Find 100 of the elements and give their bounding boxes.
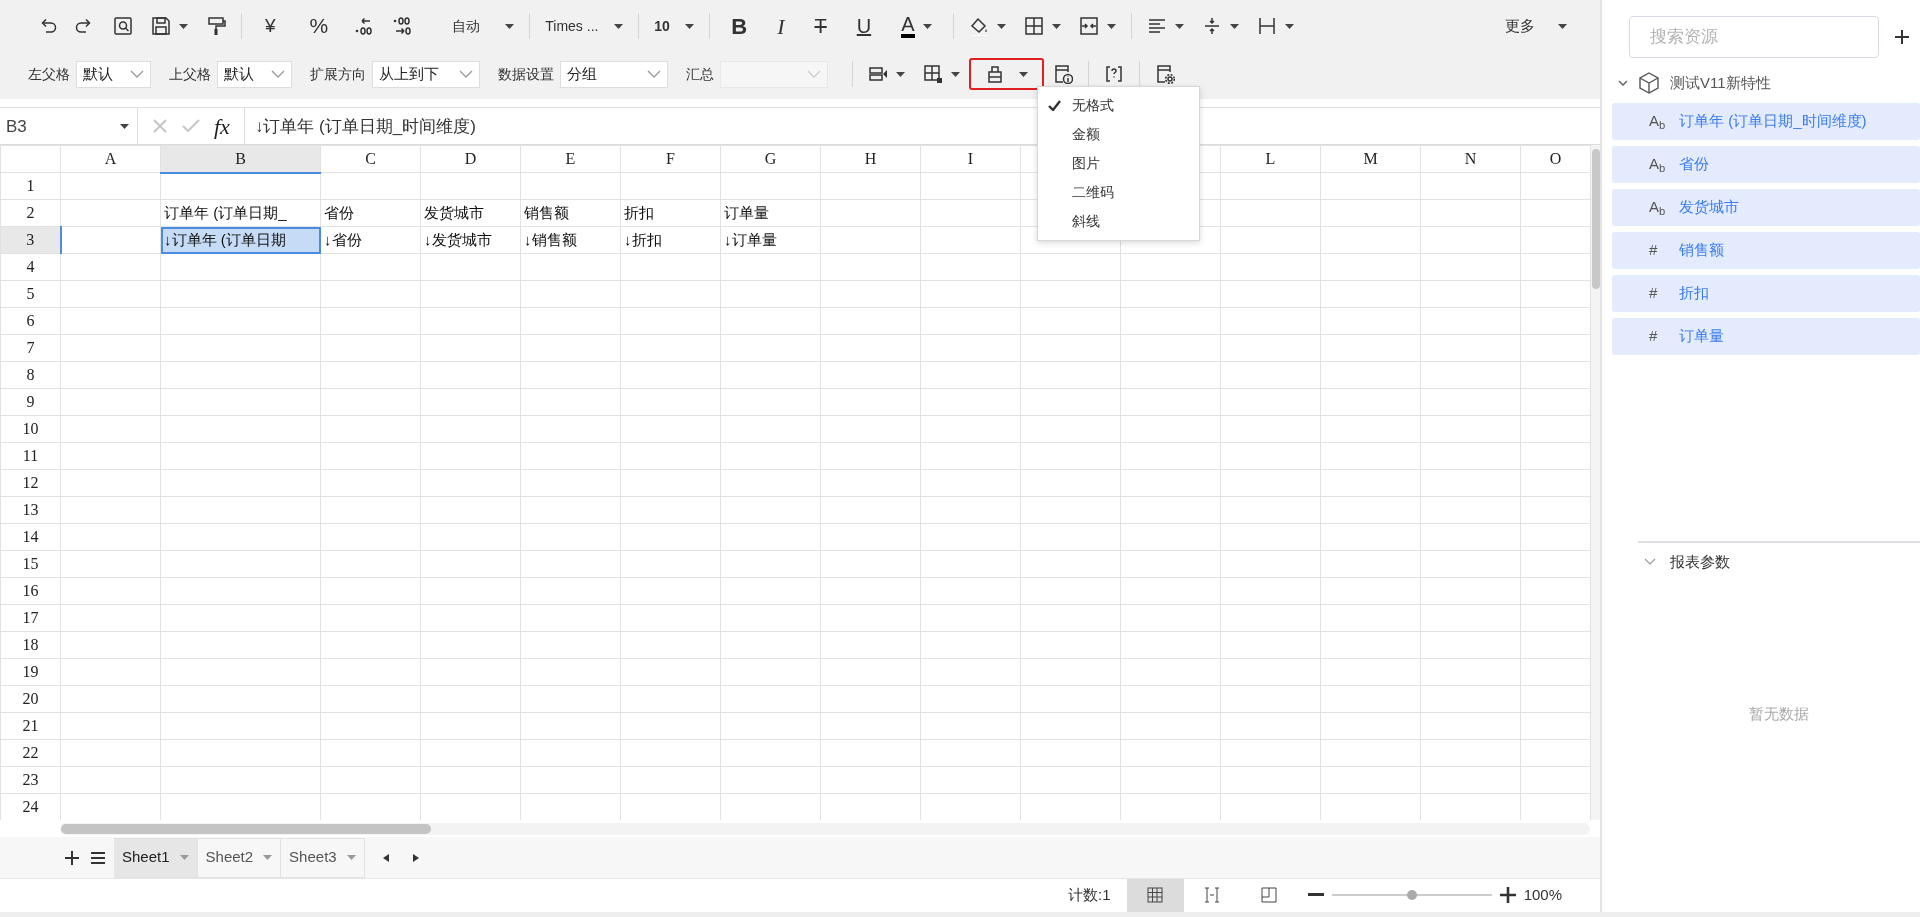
column-header[interactable]: F <box>620 145 721 173</box>
column-header[interactable]: E <box>520 145 621 173</box>
percent-button[interactable]: % <box>292 10 346 42</box>
previous-sheet-icon[interactable] <box>382 853 389 862</box>
font-size-dropdown[interactable]: 10 <box>645 10 704 42</box>
column-header[interactable]: C <box>320 145 421 173</box>
cell-text: ↓折扣 <box>624 231 662 249</box>
menu-item[interactable]: 金额 <box>1038 120 1199 149</box>
sheet-tab[interactable]: Sheet3 <box>281 837 365 878</box>
field-item[interactable]: # 销售额 <box>1612 231 1920 269</box>
row-header[interactable]: 17 <box>0 604 61 632</box>
currency-button[interactable]: ¥ <box>248 10 293 42</box>
column-header[interactable]: G <box>720 145 821 173</box>
field-item[interactable]: A$_{b}$ 省份 <box>1612 145 1920 183</box>
selected-cell[interactable]: ↓订单年 (订单日期 <box>160 226 321 254</box>
row-header[interactable]: 7 <box>0 334 61 362</box>
cell-text: 省份 <box>324 204 354 222</box>
horizontal-scrollbar[interactable] <box>60 822 1590 835</box>
select-field[interactable]: 从上到下 <box>372 60 480 88</box>
row-header[interactable]: 23 <box>0 766 61 794</box>
caret-icon <box>120 123 129 129</box>
column-header[interactable]: D <box>420 145 521 173</box>
column-header[interactable]: O <box>1520 145 1591 173</box>
chevron-down-icon <box>271 70 285 78</box>
search-box[interactable]: 搜索资源 <box>1629 16 1879 58</box>
menu-item[interactable]: 二维码 <box>1038 178 1199 207</box>
zoom-in-icon[interactable] <box>1499 887 1516 904</box>
row-header[interactable]: 10 <box>0 415 61 443</box>
normal-view-button[interactable] <box>1126 879 1184 912</box>
column-header[interactable]: A <box>60 145 161 173</box>
row-header[interactable]: 1 <box>0 172 61 200</box>
format-button[interactable] <box>969 58 1044 90</box>
chevron-down-icon[interactable] <box>1618 80 1628 87</box>
select-field[interactable]: 默认 <box>217 60 292 88</box>
underline-button[interactable]: U <box>841 10 887 42</box>
number-format-dropdown[interactable]: 自动 <box>443 10 524 42</box>
add-icon[interactable] <box>1895 30 1909 44</box>
row-header[interactable]: 6 <box>0 307 61 335</box>
field-item[interactable]: A$_{b}$ 订单年 (订单日期_时间维度) <box>1612 102 1920 140</box>
report-settings-icon <box>1155 64 1175 84</box>
select-field[interactable]: 默认 <box>76 60 151 88</box>
vertical-scrollbar[interactable] <box>1591 145 1600 821</box>
column-header[interactable]: M <box>1320 145 1421 173</box>
cell-text: 发货城市 <box>424 204 484 222</box>
row-header[interactable]: 13 <box>0 496 61 524</box>
field-item[interactable]: A$_{b}$ 发货城市 <box>1612 188 1920 226</box>
slider-thumb[interactable] <box>1406 890 1417 901</box>
font-family-dropdown[interactable]: Times ... <box>536 10 633 42</box>
search-field[interactable]: 搜索资源 <box>1648 23 1873 51</box>
row-header[interactable]: 14 <box>0 523 61 551</box>
row-header[interactable]: 16 <box>0 577 61 605</box>
row-header[interactable]: 20 <box>0 685 61 713</box>
more-button[interactable]: 更多 <box>1496 10 1576 42</box>
chevron-down-icon <box>130 70 144 78</box>
strikethrough-button[interactable]: T <box>799 10 842 42</box>
empty-message: 暂无数据 <box>1748 704 1810 724</box>
row-header[interactable]: 11 <box>0 442 61 470</box>
sheet-tab[interactable]: Sheet2 <box>197 837 282 878</box>
column-header[interactable]: H <box>820 145 921 173</box>
row-header[interactable]: 24 <box>0 793 61 821</box>
row-header[interactable]: 2 <box>0 199 61 227</box>
row-header[interactable]: 15 <box>0 550 61 578</box>
menu-item[interactable]: 斜线 <box>1038 207 1199 236</box>
add-sheet-icon[interactable] <box>64 849 80 866</box>
menu-icon[interactable] <box>90 850 106 865</box>
border-icon <box>1023 16 1044 36</box>
row-header[interactable]: 9 <box>0 388 61 416</box>
font-color-button[interactable]: A <box>886 10 947 42</box>
next-sheet-icon[interactable] <box>412 853 419 862</box>
tree-node-label[interactable]: 测试V11新特性 <box>1670 72 1771 95</box>
caret-icon <box>346 855 356 861</box>
row-header[interactable]: 12 <box>0 469 61 497</box>
zoom-out-icon[interactable] <box>1307 893 1324 898</box>
field-item[interactable]: # 订单量 <box>1612 317 1920 355</box>
row-header[interactable]: 21 <box>0 712 61 740</box>
chevron-down-icon <box>807 70 821 78</box>
row-header[interactable]: 4 <box>0 253 61 281</box>
italic-button[interactable]: I <box>762 10 800 42</box>
row-header[interactable]: 22 <box>0 739 61 767</box>
caret-icon <box>1284 23 1294 29</box>
sheet-tab[interactable]: Sheet1 <box>114 837 198 878</box>
menu-item[interactable]: 无格式 <box>1038 91 1199 120</box>
menu-item[interactable]: 图片 <box>1038 149 1199 178</box>
row-header[interactable]: 19 <box>0 658 61 686</box>
chevron-down-icon[interactable] <box>1644 558 1656 566</box>
column-header[interactable]: I <box>920 145 1021 173</box>
cell-reference-box[interactable]: B3 <box>0 108 138 145</box>
row-header[interactable]: 18 <box>0 631 61 659</box>
column-header[interactable]: L <box>1220 145 1321 173</box>
function-button[interactable]: fx <box>214 109 230 143</box>
row-header[interactable]: 3 <box>0 226 61 254</box>
select-field[interactable]: 分组 <box>560 60 668 88</box>
cell-text: ↓发货城市 <box>424 231 492 249</box>
row-header[interactable]: 5 <box>0 280 61 308</box>
row-header[interactable]: 8 <box>0 361 61 389</box>
bold-button[interactable]: B <box>716 10 763 42</box>
column-header[interactable]: N <box>1420 145 1521 173</box>
field-item[interactable]: # 折扣 <box>1612 274 1920 312</box>
column-header[interactable]: B <box>160 145 321 173</box>
caret-icon <box>996 23 1006 29</box>
